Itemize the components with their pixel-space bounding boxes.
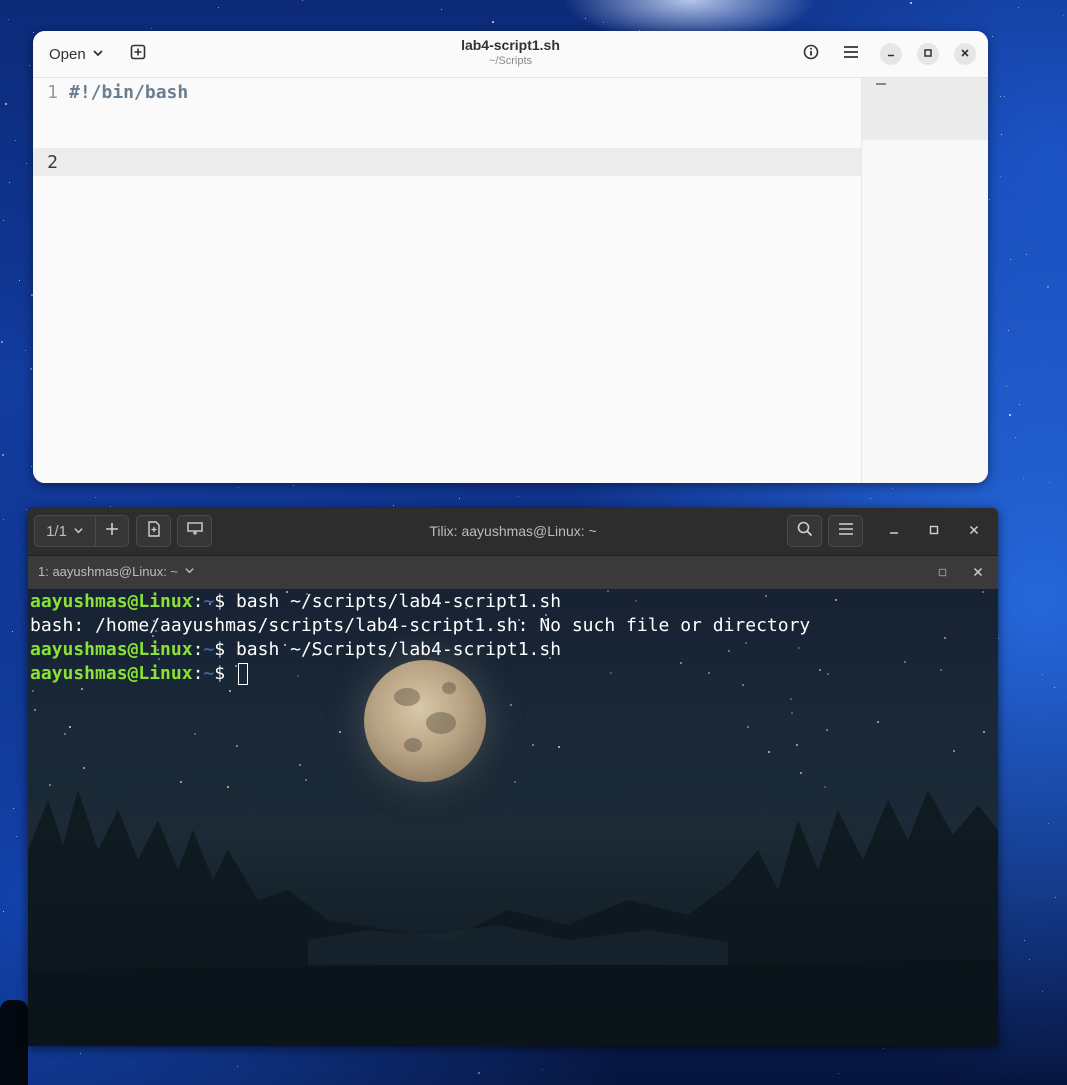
add-terminal-down-button[interactable] xyxy=(177,515,212,547)
terminal-command-line: aayushmas@Linux:~$ bash ~/Scripts/lab4-s… xyxy=(30,638,990,662)
session-selector[interactable]: 1/1 xyxy=(35,516,96,546)
terminal-close-button[interactable] xyxy=(963,520,985,542)
terminal-menu-button[interactable] xyxy=(828,515,863,547)
command-text: bash ~/scripts/lab4-script1.sh xyxy=(235,591,562,612)
chevron-down-icon xyxy=(73,523,84,540)
plus-icon xyxy=(105,522,119,541)
terminal-maximize-button[interactable] xyxy=(923,520,945,542)
minimize-button[interactable] xyxy=(880,43,902,65)
code-editor-area[interactable]: 1 #!/bin/bash 2 xyxy=(33,78,861,483)
prompt-separator: : xyxy=(192,663,204,684)
tab-close-button[interactable] xyxy=(970,565,986,581)
terminal-tab[interactable]: 1: aayushmas@Linux: ~ xyxy=(38,564,195,579)
maximize-icon xyxy=(938,564,947,582)
find-button[interactable] xyxy=(787,515,822,547)
close-icon xyxy=(969,522,979,540)
minimap-viewport[interactable] xyxy=(862,78,988,140)
terminal-tab-bar: 1: aayushmas@Linux: ~ xyxy=(28,555,998,590)
search-icon xyxy=(797,521,813,542)
close-icon xyxy=(960,45,970,63)
maximize-icon xyxy=(923,45,933,63)
minimize-icon xyxy=(886,45,896,63)
output-text: bash: /home/aayushmas/scripts/lab4-scrip… xyxy=(30,615,811,636)
line-number: 1 xyxy=(47,81,58,103)
close-icon xyxy=(973,564,983,582)
minimap[interactable] xyxy=(861,78,988,483)
chevron-down-icon xyxy=(184,564,195,579)
add-session-button[interactable] xyxy=(96,516,128,546)
split-down-icon xyxy=(186,521,203,541)
terminal-tab-label: 1: aayushmas@Linux: ~ xyxy=(38,564,179,579)
prompt-symbol: $ xyxy=(214,639,236,660)
info-icon xyxy=(803,44,819,65)
minimap-line-preview xyxy=(876,83,886,85)
code-line-text: #!/bin/bash xyxy=(69,81,189,103)
prompt-user: aayushmas@Linux xyxy=(30,663,193,684)
command-text: bash ~/Scripts/lab4-script1.sh xyxy=(235,639,562,660)
maximize-button[interactable] xyxy=(917,43,939,65)
maximize-icon xyxy=(929,522,939,540)
terminal-lines: aayushmas@Linux:~$ bash ~/scripts/lab4-s… xyxy=(30,590,990,686)
prompt-user: aayushmas@Linux xyxy=(30,639,193,660)
terminal-output-area[interactable]: aayushmas@Linux:~$ bash ~/scripts/lab4-s… xyxy=(28,590,998,1046)
terminal-cursor xyxy=(237,663,248,685)
terminal-header-bar: 1/1 Tilix: aayushmas@Linux: ~ xyxy=(28,508,998,555)
tilix-terminal-window: 1/1 Tilix: aayushmas@Linux: ~ 1: aayushm… xyxy=(28,508,998,1046)
code-line: 1 #!/bin/bash xyxy=(33,78,861,106)
wallpaper-silhouette xyxy=(0,1000,28,1085)
prompt-symbol: $ xyxy=(214,591,236,612)
hamburger-menu-icon xyxy=(843,45,859,64)
tab-maximize-button[interactable] xyxy=(934,565,950,581)
prompt-separator: : xyxy=(192,639,204,660)
minimize-icon xyxy=(889,522,899,540)
add-terminal-right-button[interactable] xyxy=(136,515,171,547)
document-info-button[interactable] xyxy=(796,39,826,69)
text-editor-window: Open lab4-script1.sh ~/Scripts 1 #!/bin/… xyxy=(33,31,988,483)
terminal-output-line: bash: /home/aayushmas/scripts/lab4-scrip… xyxy=(30,614,990,638)
split-right-icon xyxy=(147,520,161,542)
prompt-path: ~ xyxy=(203,639,215,660)
prompt-user: aayushmas@Linux xyxy=(30,591,193,612)
terminal-command-line: aayushmas@Linux:~$ bash ~/scripts/lab4-s… xyxy=(30,590,990,614)
wallpaper-forest xyxy=(28,790,998,1046)
line-number: 2 xyxy=(47,151,58,173)
prompt-symbol: $ xyxy=(214,663,236,684)
close-button[interactable] xyxy=(954,43,976,65)
current-code-line: 2 xyxy=(33,148,861,176)
terminal-active-line: aayushmas@Linux:~$ xyxy=(30,662,990,686)
editor-header-bar: Open lab4-script1.sh ~/Scripts xyxy=(33,31,988,78)
prompt-separator: : xyxy=(192,591,204,612)
main-menu-button[interactable] xyxy=(836,39,866,69)
terminal-minimize-button[interactable] xyxy=(883,520,905,542)
session-controls: 1/1 xyxy=(34,515,129,547)
prompt-path: ~ xyxy=(203,591,215,612)
session-selector-label: 1/1 xyxy=(46,522,67,540)
prompt-path: ~ xyxy=(203,663,215,684)
hamburger-menu-icon xyxy=(838,522,854,541)
